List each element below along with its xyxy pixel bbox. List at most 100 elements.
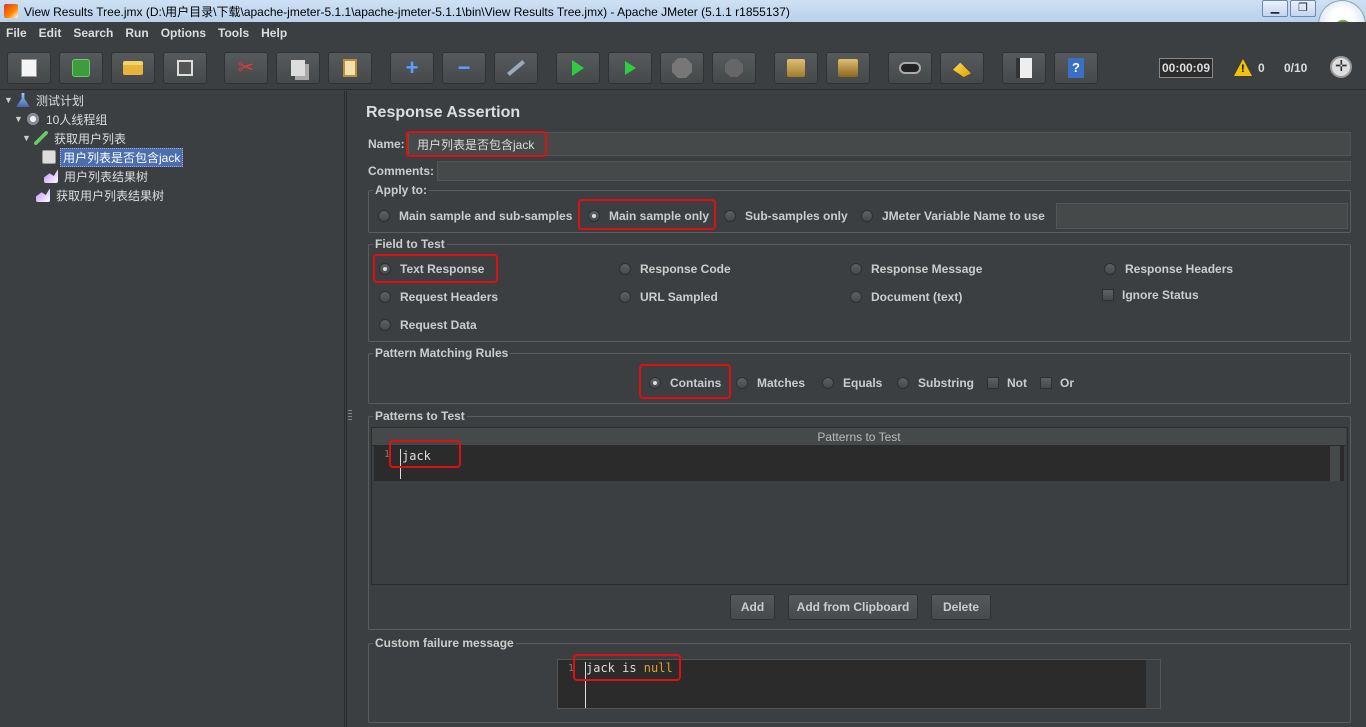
radio-sub-only[interactable]: Sub-samples only: [724, 209, 848, 223]
save-button[interactable]: [163, 52, 207, 84]
checkbox-not[interactable]: Not: [987, 376, 1027, 390]
clear-all-button[interactable]: [826, 52, 870, 84]
tree-item-assertion[interactable]: 用户列表是否包含jack: [42, 147, 184, 167]
menu-run[interactable]: Run: [125, 26, 148, 40]
function-list-icon: [1016, 58, 1032, 78]
radio-response-headers[interactable]: Response Headers: [1104, 262, 1233, 276]
checkbox-label: Ignore Status: [1122, 288, 1199, 302]
radio-dot: [822, 377, 834, 389]
radio-request-data[interactable]: Request Data: [379, 318, 477, 332]
failure-message-editor[interactable]: 1 jack is null: [557, 659, 1161, 709]
stop-button[interactable]: [660, 52, 704, 84]
radio-request-headers[interactable]: Request Headers: [379, 290, 498, 304]
radio-dot: [378, 210, 390, 222]
shutdown-button[interactable]: [712, 52, 756, 84]
radio-contains[interactable]: Contains: [649, 376, 721, 390]
radio-equals[interactable]: Equals: [822, 376, 882, 390]
jmeter-variable-input[interactable]: [1056, 203, 1348, 229]
name-field[interactable]: 用户列表是否包含jack: [408, 132, 1351, 156]
jmeter-window: View Results Tree.jmx (D:\用户目录\下载\apache…: [0, 0, 1366, 727]
pattern-editor[interactable]: 1 jack: [374, 446, 1344, 481]
new-button[interactable]: [7, 52, 51, 84]
text-caret: [400, 449, 401, 479]
failure-message-keyword: null: [643, 661, 673, 675]
shutdown-icon: [725, 59, 743, 77]
paste-button[interactable]: [328, 52, 372, 84]
maximize-button[interactable]: ❐: [1290, 0, 1316, 17]
radio-url-sampled[interactable]: URL Sampled: [619, 290, 718, 304]
open-button[interactable]: [111, 52, 155, 84]
broom-all-icon: [838, 59, 858, 77]
patterns-table-header[interactable]: Patterns to Test: [372, 428, 1346, 446]
checkbox-box: [1040, 377, 1052, 389]
reset-search-button[interactable]: [940, 52, 984, 84]
radio-dot: [724, 210, 736, 222]
start-no-timers-button[interactable]: [608, 52, 652, 84]
checkbox-or[interactable]: Or: [1040, 376, 1074, 390]
radio-label: Request Data: [400, 318, 477, 332]
copy-button[interactable]: [276, 52, 320, 84]
radio-text-response[interactable]: Text Response: [379, 262, 484, 276]
radio-substring[interactable]: Substring: [897, 376, 974, 390]
radio-response-message[interactable]: Response Message: [850, 262, 982, 276]
radio-main-and-sub[interactable]: Main sample and sub-samples: [378, 209, 572, 223]
help-button[interactable]: ?: [1054, 52, 1098, 84]
add-from-clipboard-button[interactable]: Add from Clipboard: [788, 594, 918, 620]
radio-label: Sub-samples only: [745, 209, 848, 223]
expand-toggle-icon[interactable]: ▼: [14, 114, 24, 124]
radio-matches[interactable]: Matches: [736, 376, 805, 390]
toggle-button[interactable]: [494, 52, 538, 84]
expand-button[interactable]: +: [390, 52, 434, 84]
delete-button[interactable]: Delete: [931, 594, 991, 620]
radio-label: Text Response: [400, 262, 485, 276]
cut-button[interactable]: ✂: [224, 52, 268, 84]
save-icon: [177, 60, 193, 76]
text-caret: [585, 662, 586, 708]
tree-item-listener-2[interactable]: 获取用户列表结果树: [36, 186, 166, 204]
menu-search[interactable]: Search: [73, 26, 113, 40]
remote-engine-icon[interactable]: [1330, 56, 1352, 78]
menu-edit[interactable]: Edit: [39, 26, 62, 40]
radio-label: Response Headers: [1125, 262, 1234, 276]
search-button[interactable]: [888, 52, 932, 84]
add-button[interactable]: Add: [730, 594, 775, 620]
radio-dot: [736, 377, 748, 389]
radio-main-only[interactable]: Main sample only: [588, 209, 709, 223]
splitter[interactable]: [346, 91, 354, 727]
line-number: 1: [558, 660, 578, 708]
menu-help[interactable]: Help: [261, 26, 287, 40]
radio-jmeter-variable[interactable]: JMeter Variable Name to use: [861, 209, 1045, 223]
name-value: 用户列表是否包含jack: [417, 137, 535, 152]
collapse-button[interactable]: −: [442, 52, 486, 84]
test-plan-tree: ▼ 测试计划 ▼ 10人线程组 ▼ 获取用户列表 用户列表是否包含jack 用户…: [0, 91, 345, 727]
expand-toggle-icon[interactable]: ▼: [4, 95, 14, 105]
tree-item-test-plan[interactable]: ▼ 测试计划: [4, 91, 86, 109]
tree-item-sampler[interactable]: ▼ 获取用户列表: [22, 129, 128, 147]
line-number: 1: [374, 446, 394, 481]
editor-scrollbar[interactable]: [1330, 446, 1340, 481]
clear-button[interactable]: [774, 52, 818, 84]
menu-file[interactable]: File: [6, 26, 27, 40]
radio-document-text[interactable]: Document (text): [850, 290, 962, 304]
menu-tools[interactable]: Tools: [218, 26, 249, 40]
tree-item-label: 测试计划: [36, 93, 85, 108]
radio-response-code[interactable]: Response Code: [619, 262, 731, 276]
start-button[interactable]: [556, 52, 600, 84]
tree-item-listener[interactable]: 用户列表结果树: [44, 167, 150, 185]
expand-toggle-icon[interactable]: ▼: [22, 133, 32, 143]
toolbar: ✂ + − ? 00:00:09 0 0/10: [0, 44, 1366, 90]
field-to-test-title: Field to Test: [373, 237, 447, 251]
warning-icon[interactable]: [1234, 59, 1252, 76]
menu-options[interactable]: Options: [161, 26, 206, 40]
play-icon: [572, 60, 584, 76]
chart-icon: [44, 169, 58, 183]
checkbox-ignore-status[interactable]: Ignore Status: [1102, 288, 1199, 302]
editor-scrollbar[interactable]: [1146, 660, 1160, 708]
jmeter-logo-icon: [4, 4, 18, 18]
functions-button[interactable]: [1002, 52, 1046, 84]
comments-field[interactable]: [437, 161, 1351, 181]
tree-item-thread-group[interactable]: ▼ 10人线程组: [14, 110, 109, 128]
minimize-button[interactable]: ▁: [1262, 0, 1288, 17]
templates-button[interactable]: [59, 52, 103, 84]
folder-open-icon: [123, 61, 143, 75]
